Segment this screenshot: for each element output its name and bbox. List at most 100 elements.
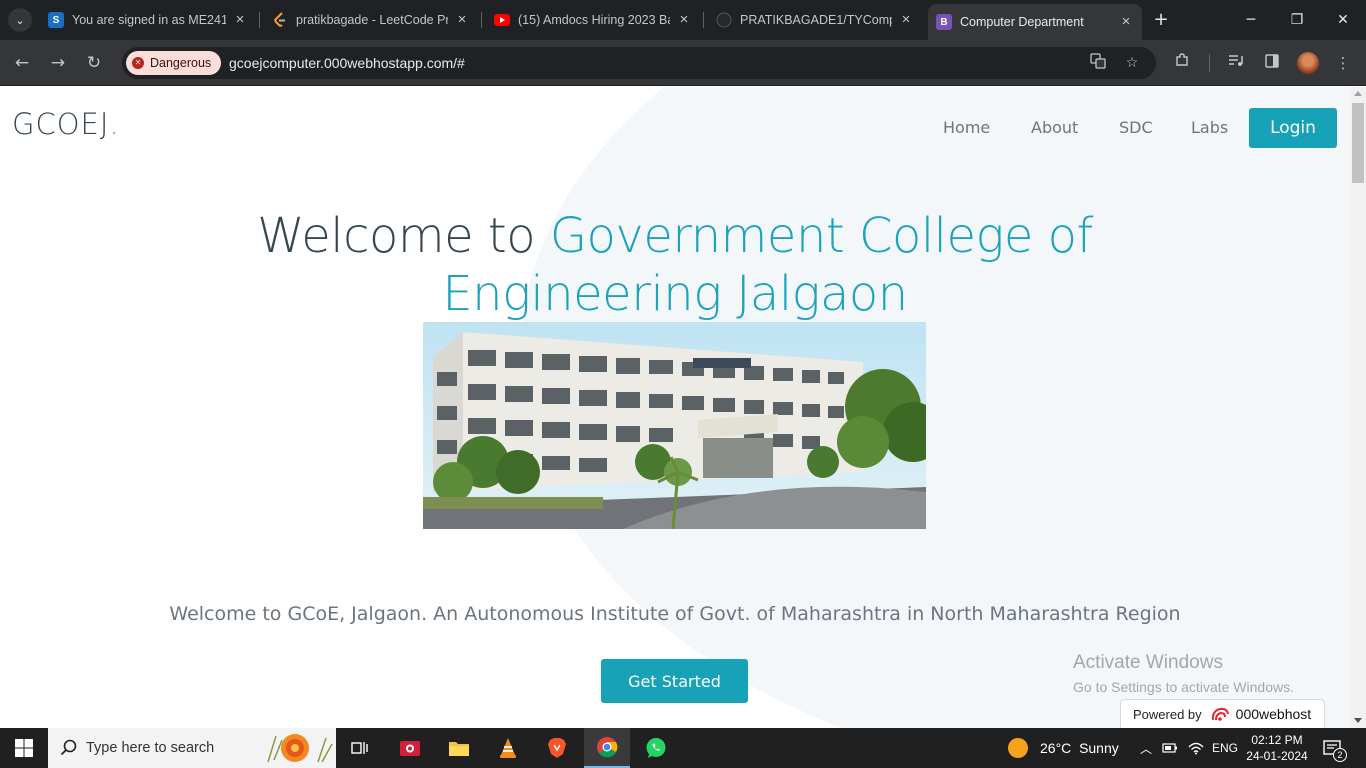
tab-search-button[interactable]: ⌄ [8, 8, 32, 32]
whatsapp-icon [646, 738, 666, 758]
tab-divider [703, 12, 704, 28]
battery-icon[interactable] [1162, 728, 1178, 768]
chrome-icon [597, 737, 618, 758]
sun-icon [1008, 738, 1028, 758]
hero-prefix: Welcome to [257, 208, 550, 264]
side-panel-icon[interactable] [1261, 52, 1283, 74]
activate-title: Activate Windows [1073, 652, 1223, 673]
leetcode-icon [272, 12, 288, 28]
campus-building-image [423, 322, 926, 529]
scroll-down-arrow-icon[interactable] [1354, 718, 1362, 723]
vlc-icon [500, 738, 516, 758]
clock-date: 24-01-2024 [1246, 749, 1308, 763]
bootstrap-icon: B [936, 14, 952, 30]
activate-windows-watermark: Activate Windows Go to Settings to activ… [1073, 652, 1294, 695]
taskbar-app-file-explorer[interactable] [436, 728, 482, 768]
github-icon [716, 12, 732, 28]
scroll-up-arrow-icon[interactable] [1354, 91, 1362, 96]
danger-icon: ✕ [132, 57, 144, 69]
tray-overflow-button[interactable]: ︿ [1140, 728, 1152, 768]
weather-widget[interactable]: 26°C Sunny [1008, 728, 1119, 768]
address-bar[interactable]: ✕ Dangerous gcoejcomputer.000webhostapp.… [122, 47, 1156, 79]
powered-by-label: Powered by [1133, 706, 1202, 722]
taskbar-app-brave[interactable] [534, 728, 580, 768]
browser-tab[interactable]: pratikbagade - LeetCode Pro × [264, 6, 478, 34]
star-icon[interactable]: ☆ [1122, 53, 1142, 73]
windows-start-icon[interactable] [14, 738, 34, 758]
forward-button[interactable]: → [46, 51, 70, 75]
arrow-left-icon: ← [14, 53, 30, 73]
extensions-icon[interactable] [1171, 52, 1193, 74]
browser-tab-active[interactable]: B Computer Department × [928, 4, 1142, 40]
arrow-right-icon: → [50, 53, 66, 73]
weather-condition: Sunny [1079, 740, 1119, 756]
reload-button[interactable]: ↻ [82, 51, 106, 75]
nav-about[interactable]: About [1031, 118, 1078, 137]
browser-tab-strip: ⌄ S You are signed in as ME2415 × pratik… [0, 0, 1366, 40]
url-text[interactable]: gcoejcomputer.000webhostapp.com/# [229, 55, 465, 71]
hero-accent-line2: Engineering Jalgaon [442, 266, 908, 322]
tab-divider [259, 12, 260, 28]
new-tab-button[interactable]: + [1151, 10, 1171, 30]
nav-home[interactable]: Home [943, 118, 990, 137]
login-button[interactable]: Login [1249, 108, 1337, 148]
search-placeholder: Type here to search [86, 740, 215, 756]
close-tab-icon[interactable]: × [454, 12, 470, 28]
webhost-logo-icon [1211, 707, 1229, 721]
browser-tab[interactable]: (15) Amdocs Hiring 2023 Bat × [486, 6, 700, 34]
language-label: ENG [1212, 741, 1239, 755]
powered-by-badge[interactable]: Powered by 000webhost [1120, 699, 1325, 728]
close-window-button[interactable]: ✕ [1328, 8, 1358, 32]
search-icon [60, 739, 77, 756]
hero-subtitle: Welcome to GCoE, Jalgaon. An Autonomous … [169, 603, 1181, 625]
logo-text: GCOEJ [12, 107, 110, 141]
close-tab-icon[interactable]: × [232, 12, 248, 28]
taskbar-app-whatsapp[interactable] [633, 728, 679, 768]
webhost-brand: 000webhost [1235, 706, 1312, 722]
scroll-thumb[interactable] [1352, 103, 1364, 183]
brave-icon [548, 738, 566, 758]
notification-count-badge: 2 [1333, 748, 1347, 762]
nav-labs[interactable]: Labs [1191, 118, 1228, 137]
taskbar-app-vlc[interactable] [485, 728, 531, 768]
hero-title: Welcome to Government College of Enginee… [175, 207, 1175, 323]
tab-title: Computer Department [960, 15, 1084, 29]
tab-title: PRATIKBAGADE1/TYCompW [740, 13, 892, 27]
security-warning-chip[interactable]: ✕ Dangerous [126, 51, 222, 75]
chevron-up-icon: ︿ [1140, 741, 1153, 756]
translate-icon[interactable] [1088, 53, 1108, 73]
media-control-icon[interactable] [1225, 52, 1247, 74]
folder-icon [449, 742, 469, 756]
task-view-button[interactable] [337, 728, 383, 768]
nav-sdc[interactable]: SDC [1119, 118, 1153, 137]
weather-temp: 26°C [1040, 740, 1072, 756]
taskbar-app-screen-recorder[interactable] [387, 728, 433, 768]
chevron-down-icon: ⌄ [15, 13, 25, 27]
back-button[interactable]: ← [10, 51, 34, 75]
windows-taskbar: Type here to search 26°C Sunny ︿ ENG 02:… [0, 728, 1366, 768]
language-indicator[interactable]: ENG [1212, 728, 1238, 768]
restore-button[interactable]: ❐ [1282, 8, 1312, 32]
taskbar-clock[interactable]: 02:12 PM 24-01-2024 [1244, 732, 1310, 764]
close-tab-icon[interactable]: × [898, 12, 914, 28]
s-icon: S [48, 12, 64, 28]
hero-accent-line1: Government College of [549, 208, 1094, 264]
wifi-icon[interactable] [1188, 728, 1204, 768]
clock-time: 02:12 PM [1251, 733, 1303, 747]
close-tab-icon[interactable]: × [1118, 14, 1134, 30]
tab-title: You are signed in as ME2415 [72, 13, 226, 27]
browser-tab[interactable]: S You are signed in as ME2415 × [40, 6, 256, 34]
logo-dot: . [109, 107, 120, 141]
tab-title: (15) Amdocs Hiring 2023 Bat [518, 13, 670, 27]
more-menu-icon[interactable]: ⋮ [1332, 52, 1354, 74]
close-tab-icon[interactable]: × [676, 12, 692, 28]
site-logo[interactable]: GCOEJ. [12, 107, 120, 141]
security-label: Dangerous [150, 56, 212, 70]
get-started-button[interactable]: Get Started [601, 659, 748, 703]
taskbar-app-chrome[interactable] [584, 728, 630, 768]
page-scrollbar[interactable] [1350, 87, 1366, 728]
minimize-button[interactable]: ─ [1236, 8, 1266, 32]
profile-avatar[interactable] [1297, 52, 1319, 74]
browser-tab[interactable]: PRATIKBAGADE1/TYCompW × [708, 6, 922, 34]
recorder-icon [400, 741, 420, 756]
